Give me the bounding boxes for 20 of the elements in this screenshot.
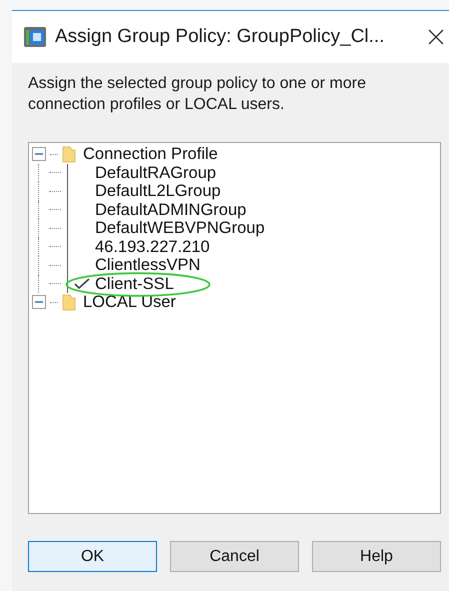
tree-group-label[interactable]: Connection Profile — [83, 145, 218, 164]
tree-item-label[interactable]: DefaultWEBVPNGroup — [95, 219, 265, 238]
tree-item-label[interactable]: ClientlessVPN — [95, 256, 200, 274]
folder-icon — [62, 145, 76, 164]
collapse-icon[interactable] — [32, 147, 46, 162]
tree-item-label[interactable]: DefaultRAGroup — [95, 164, 216, 182]
tree-group-label[interactable]: LOCAL User — [83, 293, 176, 312]
dialog-button[interactable]: Cancel — [170, 541, 299, 572]
checkmark-icon — [74, 278, 90, 290]
window-title: Assign Group Policy: GroupPolicy_Cl... — [55, 24, 386, 49]
folder-icon — [62, 293, 76, 312]
dialog-button[interactable]: Help — [312, 541, 441, 572]
tree-item-label[interactable]: DefaultL2LGroup — [95, 182, 221, 200]
instruction-text: Assign the selected group policy to one or more connection profiles or LOCAL users. — [28, 74, 367, 115]
dialog-button[interactable]: OK — [28, 541, 157, 572]
collapse-icon[interactable] — [32, 295, 46, 310]
close-icon[interactable] — [427, 28, 445, 46]
tree-item-label[interactable]: DefaultADMINGroup — [95, 200, 246, 219]
app-icon — [23, 25, 47, 49]
tree-item-label[interactable]: 46.193.227.210 — [95, 238, 210, 256]
